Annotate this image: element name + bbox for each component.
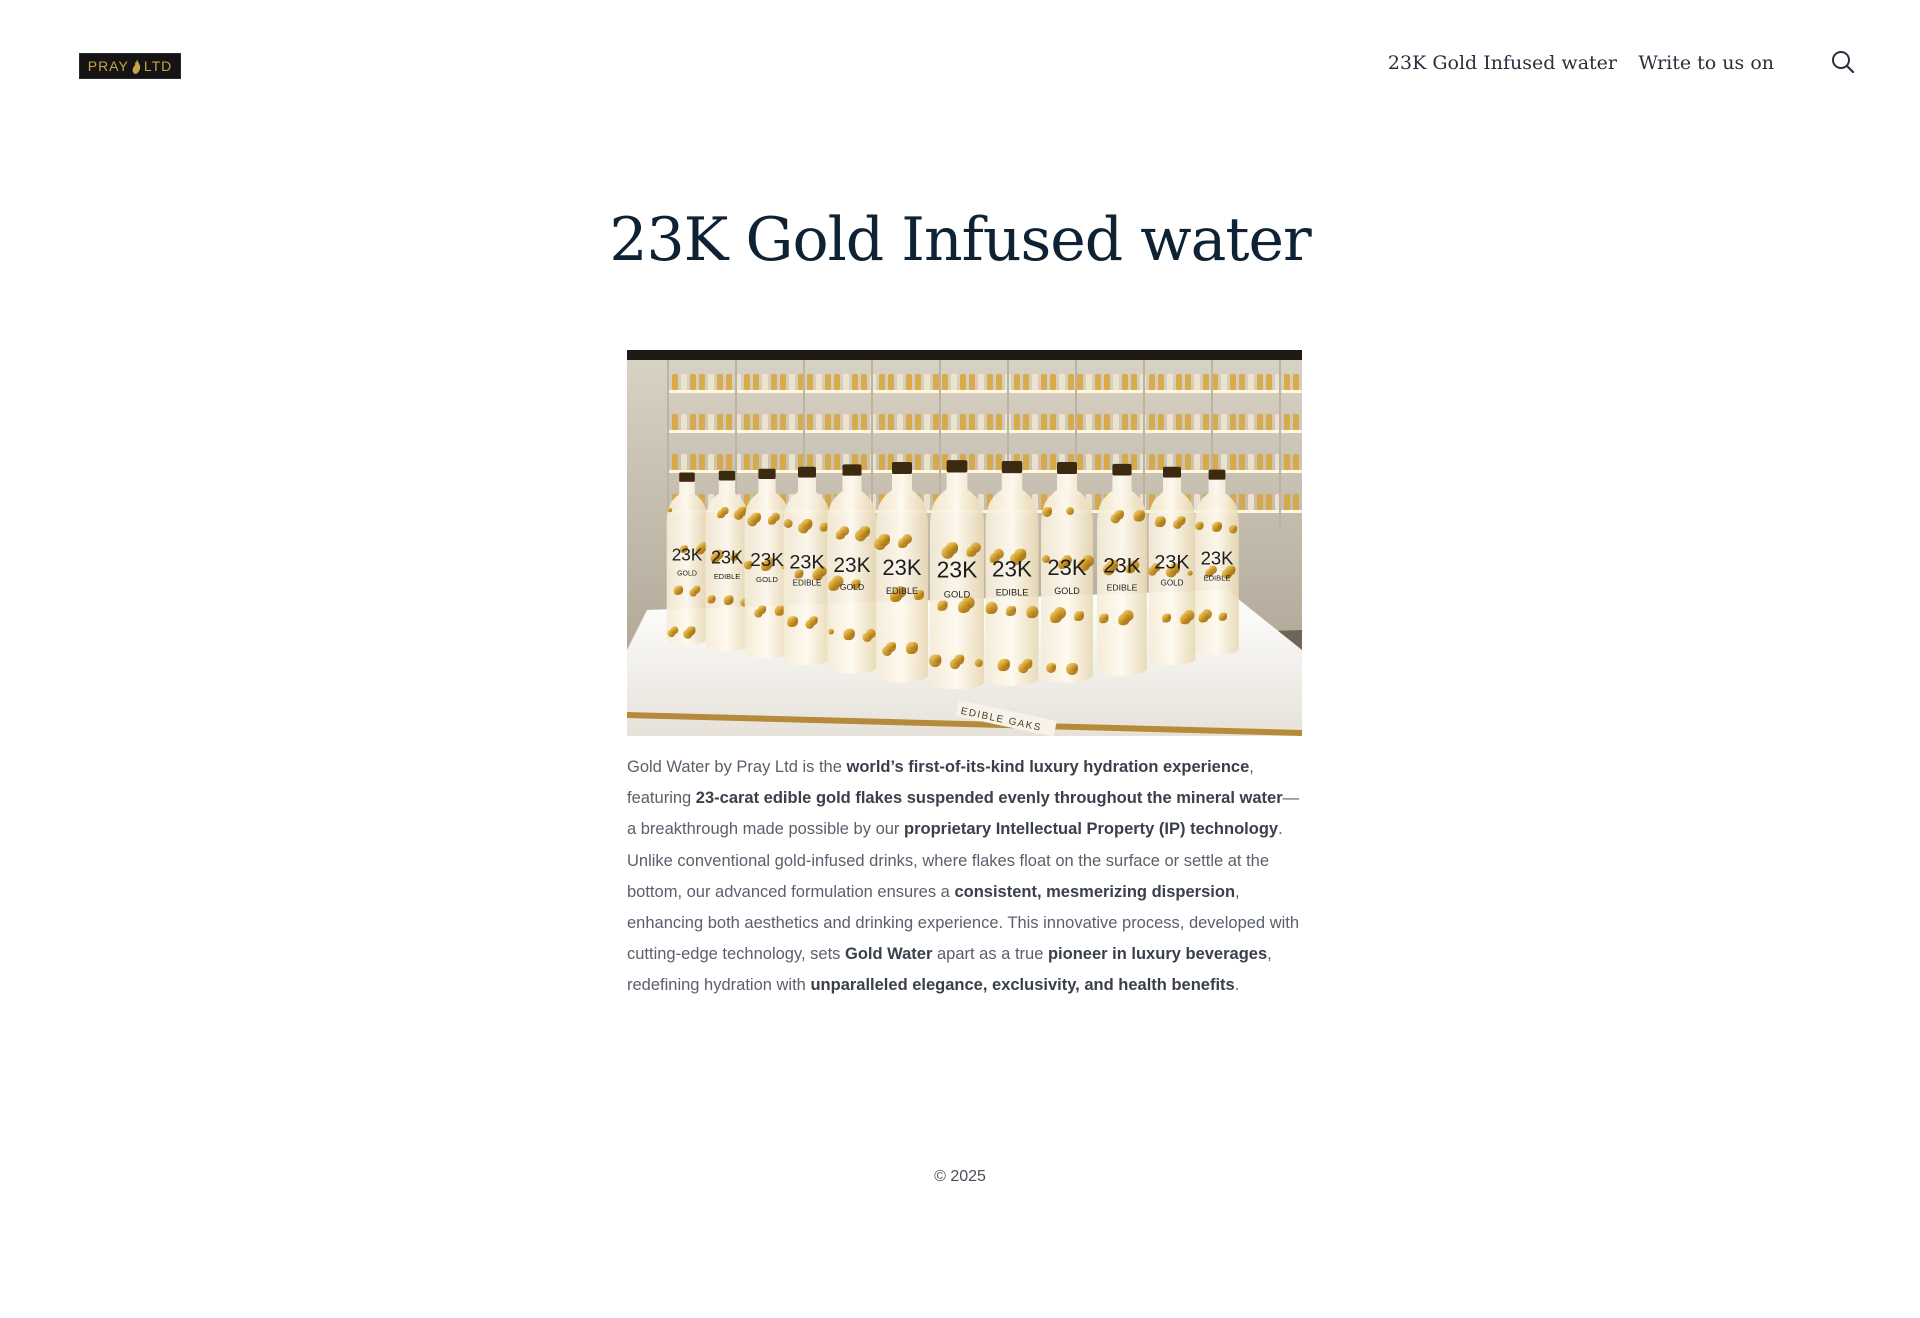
body-text: apart as a true xyxy=(932,945,1048,964)
page-title: 23K Gold Infused water xyxy=(609,205,1311,275)
bottle-label-23k: 23K xyxy=(1103,554,1141,577)
bottle-label-gold: GOLD xyxy=(840,582,864,592)
emphasis-text: Gold Water xyxy=(845,945,933,964)
site-footer: © 2025 xyxy=(0,1163,1920,1191)
bottle-label-23k: 23K xyxy=(711,547,743,567)
bottle-label-23k: 23K xyxy=(882,555,921,580)
logo-text-right: LTD xyxy=(143,58,173,74)
body-text: . xyxy=(1234,976,1240,995)
emphasis-text: pioneer in luxury beverages xyxy=(1047,945,1268,964)
bottle-label-gold: GOLD xyxy=(1054,586,1080,596)
site-logo[interactable]: PRAY LTD xyxy=(79,53,181,79)
emphasis-text: unparalleled elegance, exclusivity, and … xyxy=(810,976,1235,995)
nav-link-write-to-us[interactable]: Write to us on xyxy=(1638,47,1774,79)
emphasis-text: proprietary Intellectual Property (IP) t… xyxy=(904,820,1279,839)
search-button[interactable] xyxy=(1829,48,1857,76)
bottle-label-gold: EDIBLE xyxy=(793,579,822,588)
bottle-label-23k: 23K xyxy=(937,557,978,583)
hero-image: 23K GOLD 23K EDIBLE 23K GOLD 23K EDIBLE 23K GOLD 2… xyxy=(627,350,1302,736)
emphasis-text: consistent, mesmerizing dispersion xyxy=(954,882,1236,901)
bottle-label-23k: 23K xyxy=(750,550,784,571)
bottle-label-23k: 23K xyxy=(992,556,1032,581)
logo-text-left: PRAY xyxy=(87,58,129,74)
bottle-label-gold: GOLD xyxy=(756,575,778,584)
emphasis-text: 23-carat edible gold flakes suspended ev… xyxy=(695,789,1283,808)
body-text: Gold Water by Pray Ltd is the xyxy=(627,758,847,776)
emphasis-text: world’s first-of-its-kind luxury hydrati… xyxy=(846,758,1250,776)
site-header: PRAY LTD 23K Gold Infused water Write to… xyxy=(0,0,1920,130)
bottle-label-23k: 23K xyxy=(1201,548,1235,569)
bottle-label-23k: 23K xyxy=(672,545,703,565)
bottle-label-gold: GOLD xyxy=(1161,579,1184,588)
search-icon xyxy=(1832,51,1855,74)
bottle-label-gold: GOLD xyxy=(677,571,697,578)
bottle-label-23k: 23K xyxy=(1047,555,1086,580)
nav-link-gold-water[interactable]: 23K Gold Infused water xyxy=(1388,47,1617,79)
flame-icon xyxy=(132,58,141,74)
bottle-label-gold: EDIBLE xyxy=(1204,574,1231,583)
bottle-label-23k: 23K xyxy=(789,552,824,574)
bottle-label-23k: 23K xyxy=(1154,552,1189,574)
bottle-label-gold: EDIBLE xyxy=(996,588,1029,598)
copyright-text: © 2025 xyxy=(934,1168,986,1185)
product-description: Gold Water by Pray Ltd is the world’s fi… xyxy=(627,752,1302,1002)
bottle-label-gold: GOLD xyxy=(944,589,971,599)
bottle-label-gold: EDIBLE xyxy=(886,586,918,596)
bottle-label-gold: EDIBLE xyxy=(714,572,740,581)
bottle-label-gold: EDIBLE xyxy=(1107,583,1138,593)
bottle-label-23k: 23K xyxy=(833,554,870,577)
